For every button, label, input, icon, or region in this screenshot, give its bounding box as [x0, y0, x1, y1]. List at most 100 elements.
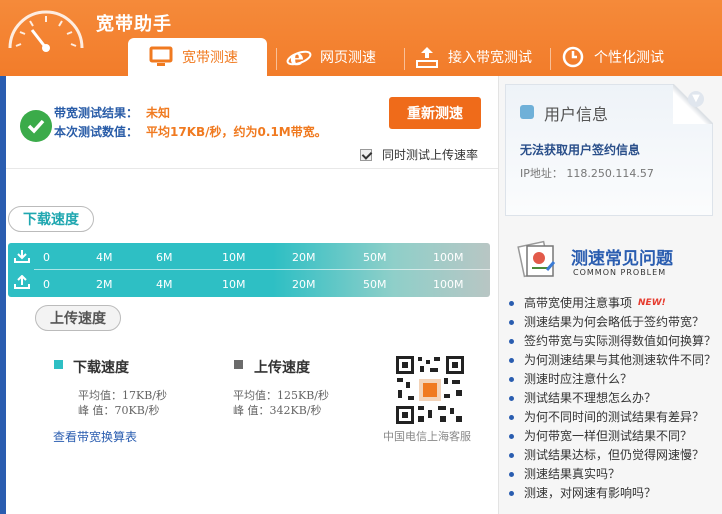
speed-result-value: 平均17KB/秒，约为0.1M带宽。: [146, 125, 327, 139]
upload-tick: 50M: [363, 278, 387, 291]
speedometer-logo-icon: [8, 10, 84, 52]
ip-address: IP地址： 118.250.114.57: [520, 167, 654, 180]
download-speed-bubble: 下载速度: [8, 206, 94, 232]
tab-broadband-speed-test[interactable]: 宽带测速: [128, 38, 267, 76]
upload-tick: 2M: [96, 278, 113, 291]
faq-item[interactable]: 测速时应注意什么？: [509, 370, 716, 389]
faq-item[interactable]: 测速结果为何会略低于签约带宽？: [509, 313, 716, 332]
bullet-icon: [509, 377, 514, 382]
user-info-title: 用户信息: [544, 105, 609, 124]
bullet-icon: [509, 415, 514, 420]
bullet-icon: [509, 472, 514, 477]
faq-document-icon: [517, 240, 556, 278]
download-tick: 4M: [96, 251, 113, 264]
faq-item-text[interactable]: 测试结果不理想怎么办？: [524, 389, 656, 408]
tab-divider: [276, 48, 277, 70]
tab-label: 宽带测速: [182, 50, 238, 66]
upload-tick: 0: [43, 278, 50, 291]
download-arrow-icon[interactable]: ▼: [688, 91, 704, 107]
download-legend-swatch: [54, 360, 63, 369]
upload-tick: 10M: [222, 278, 246, 291]
user-info-icon: [520, 105, 534, 119]
tab-label: 接入带宽测试: [448, 50, 532, 66]
download-tick: 50M: [363, 251, 387, 264]
clock-icon: [558, 43, 588, 71]
app-title: 宽带助手: [96, 14, 172, 35]
download-average: 平均值：17KB/秒: [78, 389, 168, 402]
new-badge: NEW!: [638, 298, 666, 308]
monitor-icon: [146, 43, 176, 71]
faq-item[interactable]: 为何不同时间的测试结果有差异？: [509, 408, 716, 427]
download-tick: 10M: [222, 251, 246, 264]
faq-item-text[interactable]: 测速，对网速有影响吗？: [524, 484, 656, 503]
download-icon: [14, 250, 30, 263]
faq-item[interactable]: 为何测速结果与其他测速软件不同？: [509, 351, 716, 370]
speed-result-line: 本次测试数值： 平均17KB/秒，约为0.1M带宽。: [54, 123, 327, 140]
faq-item-text[interactable]: 为何带宽一样但测试结果不同？: [524, 427, 692, 446]
upload-tick: 20M: [292, 278, 316, 291]
faq-item[interactable]: 测试结果不理想怎么办？: [509, 389, 716, 408]
download-peak: 峰 值：70KB/秒: [78, 404, 160, 417]
faq-item-text[interactable]: 测速结果为何会略低于签约带宽？: [524, 313, 704, 332]
bullet-icon: [509, 453, 514, 458]
section-divider: [6, 168, 498, 169]
upload-test-checkbox[interactable]: [360, 148, 372, 161]
bandwidth-result-line: 带宽测试结果： 未知: [54, 104, 170, 121]
user-contract-message: 无法获取用户签约信息: [520, 143, 641, 157]
faq-item[interactable]: 签约带宽与实际测得数值如何换算？: [509, 332, 716, 351]
faq-item[interactable]: 为何带宽一样但测试结果不同？: [509, 427, 716, 446]
faq-item[interactable]: 高带宽使用注意事项 NEW!: [509, 294, 716, 313]
bandwidth-result-value: 未知: [146, 106, 171, 120]
bandwidth-conversion-link[interactable]: 查看带宽换算表: [53, 428, 137, 445]
speed-test-main-panel: 带宽测试结果： 未知 本次测试数值： 平均17KB/秒，约为0.1M带宽。 重新测速…: [6, 76, 498, 514]
faq-item-text[interactable]: 高带宽使用注意事项: [524, 294, 632, 313]
upload-average: 平均值：125KB/秒: [233, 389, 330, 402]
faq-item-text[interactable]: 为何测速结果与其他测速软件不同？: [524, 351, 716, 370]
faq-item-text[interactable]: 测速时应注意什么？: [524, 370, 632, 389]
faq-item-text[interactable]: 签约带宽与实际测得数值如何换算？: [524, 332, 716, 351]
upload-stats-title: 上传速度: [254, 360, 310, 376]
bandwidth-result-label: 带宽测试结果：: [54, 106, 139, 120]
download-tick: 0: [43, 251, 50, 264]
right-info-panel: ▼ 用户信息 无法获取用户签约信息 IP地址： 118.250.114.57 测…: [498, 76, 722, 514]
bullet-icon: [509, 301, 514, 306]
speed-gauge-bar: 0 4M 6M 10M 20M 50M 100M 0 2M 4M 10M 20M…: [8, 243, 490, 297]
bullet-icon: [509, 320, 514, 325]
bullet-icon: [509, 358, 514, 363]
tab-custom-test[interactable]: 个性化测试: [558, 38, 688, 76]
upload-legend-swatch: [234, 360, 243, 369]
faq-item[interactable]: 测试结果达标，但仍觉得网速慢？: [509, 446, 716, 465]
upload-speed-bubble: 上传速度: [35, 305, 121, 331]
tab-label: 个性化测试: [594, 50, 664, 66]
success-check-icon: [20, 110, 52, 142]
faq-item-text[interactable]: 测试结果达标，但仍觉得网速慢？: [524, 446, 704, 465]
faq-title: 测速常见问题: [571, 249, 673, 269]
faq-item-text[interactable]: 测速结果真实吗？: [524, 465, 620, 484]
tab-access-bandwidth-test[interactable]: 接入带宽测试: [412, 38, 552, 76]
faq-item[interactable]: 测速结果真实吗？: [509, 465, 716, 484]
upload-tick: 4M: [156, 278, 173, 291]
speed-result-label: 本次测试数值：: [54, 125, 139, 139]
faq-list: 高带宽使用注意事项 NEW! 测速结果为何会略低于签约带宽？ 签约带宽与实际测得数…: [509, 294, 716, 503]
faq-item[interactable]: 测速，对网速有影响吗？: [509, 484, 716, 503]
bullet-icon: [509, 396, 514, 401]
bullet-icon: [509, 434, 514, 439]
qr-code-caption: 中国电信上海客服: [383, 430, 471, 443]
gauge-midline: [34, 269, 490, 270]
bullet-icon: [509, 339, 514, 344]
upload-peak: 峰 值：342KB/秒: [233, 404, 322, 417]
faq-item-text[interactable]: 为何不同时间的测试结果有差异？: [524, 408, 704, 427]
download-tick: 6M: [156, 251, 173, 264]
tab-webpage-speed-test[interactable]: e 网页测速: [284, 38, 404, 76]
browser-e-icon: e: [284, 43, 314, 71]
download-tick: 100M: [433, 251, 464, 264]
upload-test-option[interactable]: 同时测试上传速率: [360, 146, 478, 163]
tab-divider: [550, 48, 551, 70]
download-stats-title: 下载速度: [73, 360, 129, 376]
retest-button[interactable]: 重新测速: [389, 97, 481, 129]
user-info-card: ▼ 用户信息 无法获取用户签约信息 IP地址： 118.250.114.57: [505, 84, 713, 216]
upload-tick: 100M: [433, 278, 464, 291]
tab-label: 网页测速: [320, 50, 376, 66]
header-bar: 宽带助手 宽带测速 e 网页测速 接入带宽测试 个性化测试: [0, 0, 722, 76]
upload-test-checkbox-label: 同时测试上传速率: [382, 148, 479, 162]
